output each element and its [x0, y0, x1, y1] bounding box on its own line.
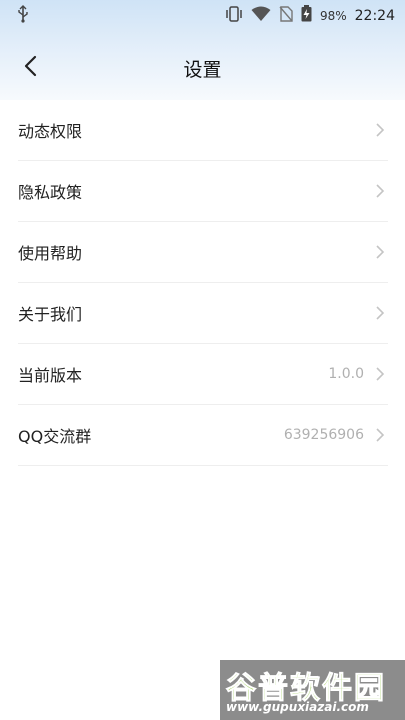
site-watermark: 谷普软件园 www.gupuxiazai.com [220, 660, 405, 720]
vibrate-icon [225, 5, 243, 26]
settings-item-label: 关于我们 [18, 305, 83, 324]
settings-item-help[interactable]: 使用帮助 [18, 222, 388, 283]
battery-percent: 98% [319, 8, 347, 23]
version-value: 1.0.0 [328, 366, 364, 382]
chevron-right-icon [374, 305, 386, 321]
status-bar: 98% 22:24 [0, 0, 405, 30]
settings-item-label: QQ交流群 [18, 427, 92, 446]
chevron-right-icon [374, 427, 386, 443]
status-time: 22:24 [354, 7, 395, 24]
no-sim-icon [279, 5, 293, 26]
settings-item-about-us[interactable]: 关于我们 [18, 283, 388, 344]
chevron-right-icon [374, 122, 386, 138]
page-title: 设置 [183, 59, 222, 81]
watermark-url: www.gupuxiazai.com [226, 700, 369, 714]
title-bar: 设置 [0, 45, 405, 91]
settings-item-label: 动态权限 [18, 122, 83, 141]
settings-item-label: 使用帮助 [18, 244, 83, 263]
chevron-right-icon [374, 244, 386, 260]
settings-list: 动态权限 隐私政策 使用帮助 关于我们 当前版本 1.0.0 QQ交流群 639… [18, 100, 388, 466]
settings-item-label: 当前版本 [18, 366, 83, 385]
chevron-right-icon [374, 366, 386, 382]
battery-charging-icon [301, 5, 312, 26]
settings-item-privacy-policy[interactable]: 隐私政策 [18, 161, 388, 222]
wifi-icon [251, 6, 271, 26]
settings-item-dynamic-permissions[interactable]: 动态权限 [18, 100, 388, 161]
chevron-right-icon [374, 183, 386, 199]
settings-item-qq-group[interactable]: QQ交流群 639256906 [18, 405, 388, 466]
settings-item-label: 隐私政策 [18, 183, 83, 202]
settings-item-current-version[interactable]: 当前版本 1.0.0 [18, 344, 388, 405]
usb-icon [16, 5, 30, 27]
qq-group-number: 639256906 [283, 427, 364, 443]
